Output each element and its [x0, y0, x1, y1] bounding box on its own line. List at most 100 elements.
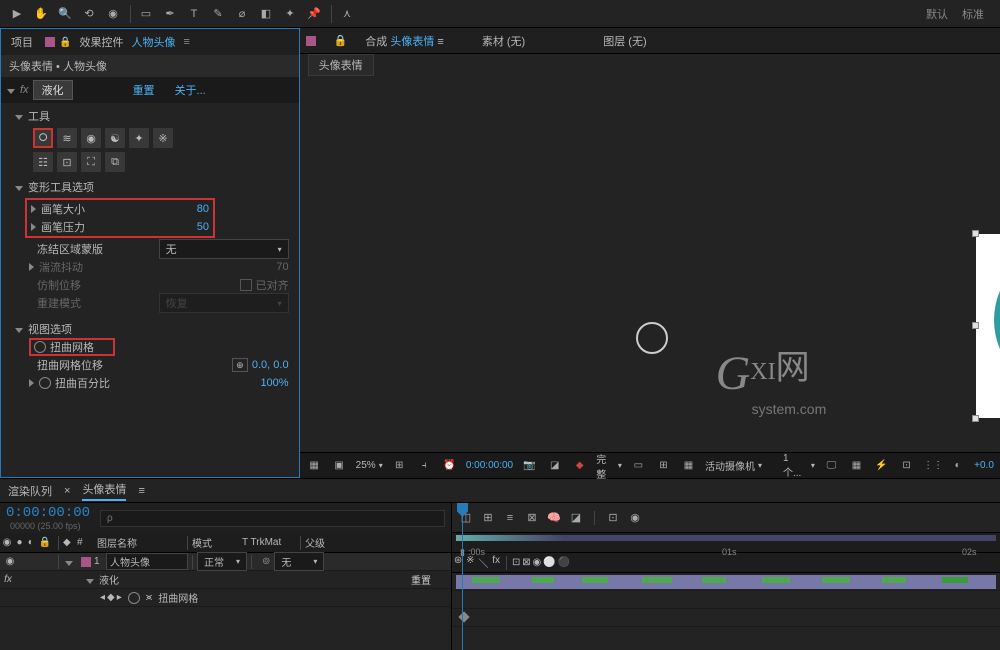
stopwatch-icon[interactable]	[39, 377, 51, 389]
reconstruct-tool-icon[interactable]: ⧉	[105, 152, 125, 172]
fast-preview-icon[interactable]: ⚡	[873, 460, 890, 471]
blend-mode-dropdown[interactable]: 正常▾	[197, 552, 247, 571]
current-timecode[interactable]: 0:00:00:00	[6, 505, 90, 521]
expand-toggle-icon[interactable]	[65, 561, 73, 566]
clone-tool-icon[interactable]: ⌀	[231, 3, 253, 25]
brush-tool-icon[interactable]: ✎	[207, 3, 229, 25]
adjust-icon[interactable]: ⫞	[416, 460, 433, 471]
mask-icon[interactable]: ▦	[848, 460, 865, 471]
tab-render-queue[interactable]: 渲染队列	[8, 483, 52, 499]
expand-toggle-icon[interactable]	[29, 379, 34, 387]
brush-pressure-value[interactable]: 50	[197, 221, 209, 233]
stopwatch-icon[interactable]	[34, 341, 46, 353]
workspace-default[interactable]: 默认	[926, 6, 948, 22]
roi-icon[interactable]: ▭	[630, 460, 647, 471]
reset-button[interactable]: 重置	[133, 82, 155, 98]
time-icon[interactable]: ⏰	[441, 460, 458, 471]
lock-icon[interactable]: 🔒	[334, 34, 348, 47]
eraser-tool-icon[interactable]: ◧	[255, 3, 277, 25]
transform-handle[interactable]	[972, 230, 979, 237]
tab-project[interactable]: 项目	[7, 32, 37, 52]
expand-toggle-icon[interactable]	[15, 186, 23, 191]
shift-tool-icon[interactable]: ☷	[33, 152, 53, 172]
zoom-tool-icon[interactable]: 🔍	[54, 3, 76, 25]
layer-name[interactable]: 人物头像	[106, 553, 188, 570]
freeze-mask-dropdown[interactable]: 无▾	[159, 239, 289, 259]
prev-keyframe-icon[interactable]: ◂	[100, 592, 105, 603]
avatar-layer[interactable]	[976, 234, 1000, 418]
about-link[interactable]: 关于...	[175, 82, 206, 98]
expand-toggle-icon[interactable]	[31, 223, 36, 231]
expand-toggle-icon[interactable]	[7, 89, 15, 94]
viewer-timecode[interactable]: 0:00:00:00	[466, 460, 513, 471]
tab-composition[interactable]: 合成	[365, 36, 387, 48]
reflect-tool-icon[interactable]: ⊡	[57, 152, 77, 172]
stopwatch-icon[interactable]	[128, 592, 140, 604]
work-area-bar[interactable]	[456, 535, 996, 541]
effect-name[interactable]: 液化	[33, 80, 73, 100]
selection-tool-icon[interactable]: ▶	[6, 3, 28, 25]
local-axis-icon[interactable]: ⋏	[336, 3, 358, 25]
mesh-offset-value[interactable]: 0.0, 0.0	[252, 359, 289, 371]
views-dropdown[interactable]: 1 个...▾	[783, 453, 815, 479]
anchor-point-icon[interactable]: ⊕	[232, 358, 248, 372]
twirl-cw-tool-icon[interactable]: ◉	[81, 128, 101, 148]
effect-row-name[interactable]: 液化	[99, 572, 219, 587]
grid-icon[interactable]: ⊞	[655, 460, 672, 471]
res-icon[interactable]: ⊞	[391, 460, 408, 471]
timeline-tracks[interactable]: ◫ ⊞ ≡ ⊠ 🧠 ◪ ⊡ ◉ ▮ :00s 01s 02s ⊛※＼fx ⊡⊠◉	[452, 503, 1000, 650]
twirl-ccw-tool-icon[interactable]: ☯	[105, 128, 125, 148]
frame-blend-icon[interactable]: ⊞	[480, 510, 496, 526]
composition-viewport[interactable]: GXI网 system.com	[300, 76, 1000, 452]
clone-tool-icon[interactable]: ⛶	[81, 152, 101, 172]
layer-search-input[interactable]	[100, 510, 445, 527]
time-ruler[interactable]: ▮ :00s 01s 02s	[452, 533, 1000, 553]
rect-tool-icon[interactable]: ▭	[135, 3, 157, 25]
expand-toggle-icon[interactable]	[15, 115, 23, 120]
exposure-value[interactable]: +0.0	[974, 460, 994, 471]
guides-icon[interactable]: ▦	[680, 460, 697, 471]
tab-timeline-comp[interactable]: 头像表情	[82, 481, 126, 501]
workspace-standard[interactable]: 标准	[962, 6, 984, 22]
orbit-tool-icon[interactable]: ⟲	[78, 3, 100, 25]
bloat-tool-icon[interactable]: ※	[153, 128, 173, 148]
channel-toggle-icon[interactable]: ▣	[331, 460, 348, 471]
tab-footage[interactable]: 素材 (无)	[482, 33, 525, 49]
transform-handle[interactable]	[972, 322, 979, 329]
pen-tool-icon[interactable]: ✒	[159, 3, 181, 25]
markers-icon[interactable]: ◉	[627, 510, 643, 526]
turbulence-tool-icon[interactable]: ≋	[57, 128, 77, 148]
zoom-dropdown[interactable]: 25%▾	[356, 460, 383, 471]
expand-toggle-icon[interactable]	[86, 579, 94, 584]
fx-column-icon[interactable]: fx	[492, 555, 500, 570]
motion-blur-icon[interactable]: ≡	[502, 510, 518, 526]
brain-icon[interactable]: 🧠	[546, 510, 562, 526]
rotation-tool-icon[interactable]: ◉	[102, 3, 124, 25]
flowchart-icon[interactable]: ⋮⋮	[923, 460, 941, 471]
pucker-tool-icon[interactable]: ✦	[129, 128, 149, 148]
pickwhip-icon[interactable]: ⊚	[262, 556, 270, 567]
lock-icon[interactable]: 🔒	[59, 37, 71, 48]
text-tool-icon[interactable]: T	[183, 3, 205, 25]
subtab-comp[interactable]: 头像表情	[308, 54, 374, 76]
camera-dropdown[interactable]: 活动摄像机▾	[705, 458, 775, 473]
snap-icon[interactable]: ⊡	[605, 510, 621, 526]
puppet-tool-icon[interactable]: 📌	[303, 3, 325, 25]
timeline-icon[interactable]: ⊡	[898, 460, 915, 471]
view-icon[interactable]: 🖵	[823, 460, 840, 471]
expand-toggle-icon[interactable]	[31, 205, 36, 213]
graph-editor-icon[interactable]: ⊠	[524, 510, 540, 526]
visibility-toggle[interactable]: ◉	[6, 556, 15, 567]
alpha-toggle-icon[interactable]: ▦	[306, 460, 323, 471]
shy-toggle-icon[interactable]: ◪	[568, 510, 584, 526]
rgb-icon[interactable]: ◆	[571, 460, 588, 471]
keyframe-diamond[interactable]	[458, 611, 469, 622]
lock-column-icon[interactable]: 🔒	[39, 537, 51, 548]
show-snapshot-icon[interactable]: ◪	[546, 460, 563, 471]
brush-size-value[interactable]: 80	[197, 203, 209, 215]
label-color-swatch[interactable]	[81, 557, 91, 567]
resolution-dropdown[interactable]: 完整▾	[596, 451, 622, 481]
expand-toggle-icon[interactable]	[15, 328, 23, 333]
eye-column-icon[interactable]: ◉	[3, 537, 12, 548]
next-keyframe-icon[interactable]: ▸	[117, 592, 122, 603]
